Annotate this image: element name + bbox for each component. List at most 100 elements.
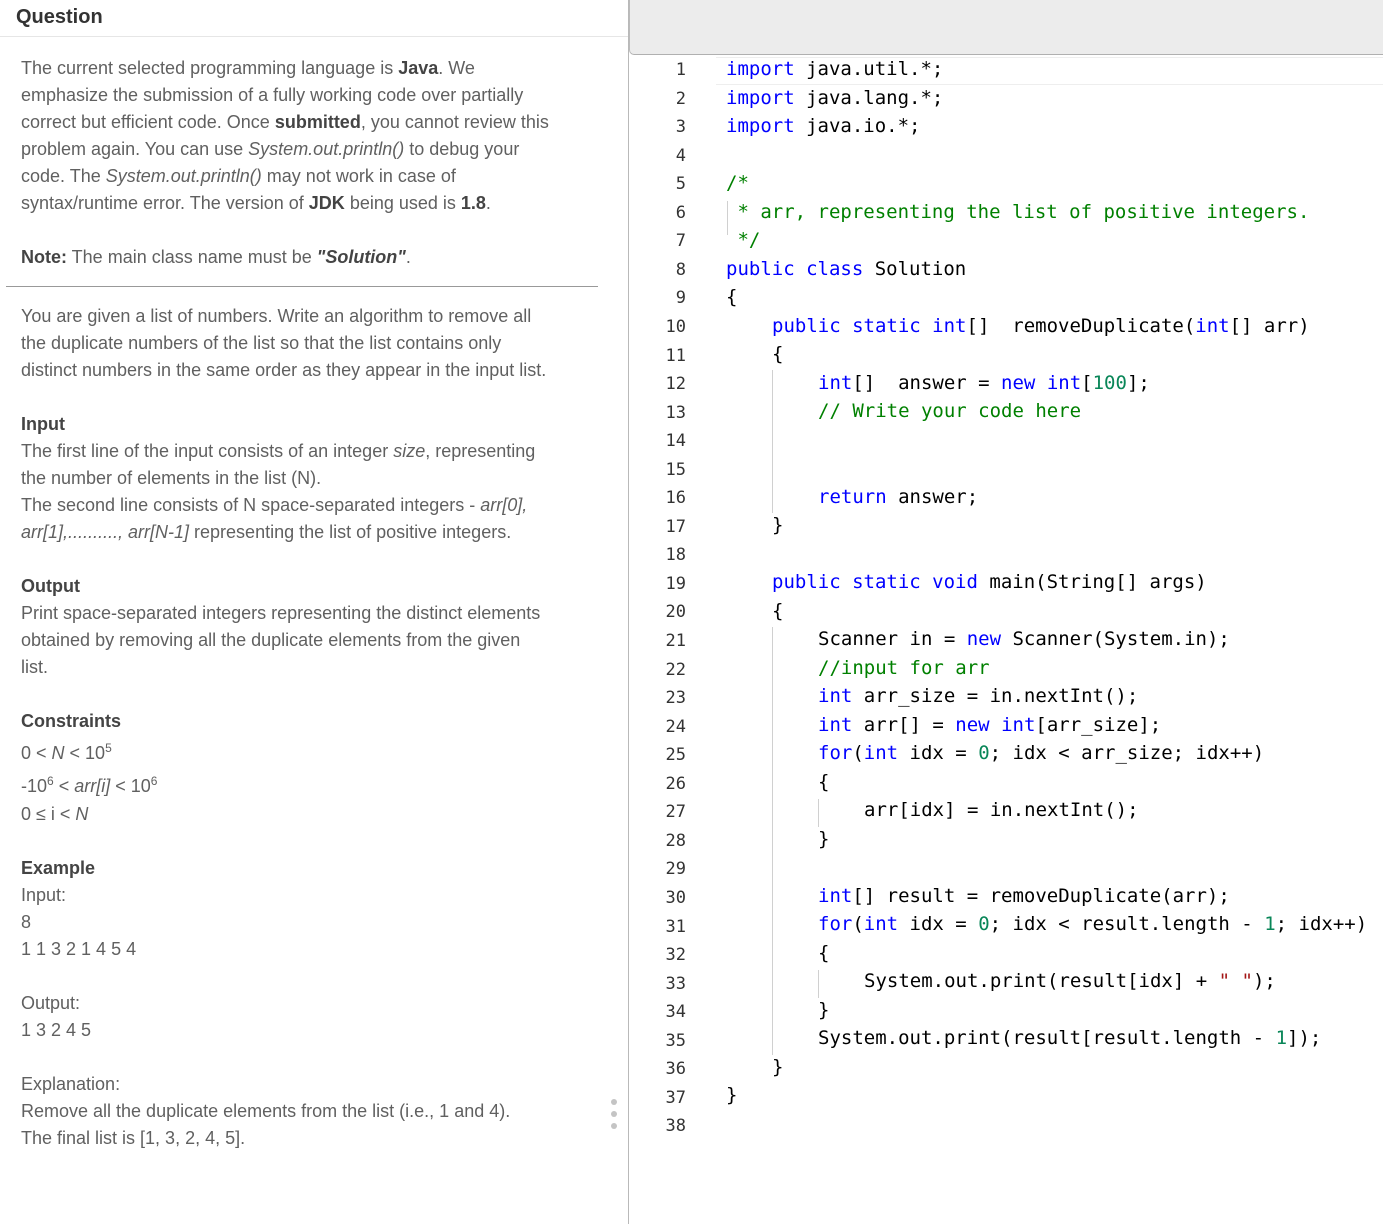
code-line-1[interactable]: import java.util.*; [726,58,943,80]
input-line-1: The first line of the input consists of … [21,441,536,461]
intro-line-2: emphasize the submission of a fully work… [21,85,524,105]
code-line-36[interactable]: } [772,1056,783,1078]
resize-handle[interactable] [611,1099,617,1135]
intro-line-3: correct but efficient code. Once submitt… [21,112,549,132]
line-number: 17 [665,516,686,537]
code-line-33[interactable]: System.out.print(result[idx] + " "); [864,970,1276,992]
line-number: 11 [665,345,686,366]
line-number: 28 [665,830,686,851]
example-output-label: Output: [21,993,81,1013]
code-line-3[interactable]: import java.io.*; [726,115,920,137]
example-heading: Example [21,858,96,878]
indent-guide [818,799,819,827]
section-divider [6,286,598,287]
output-line-3: list. [21,657,48,677]
question-heading: Question [16,6,103,28]
line-number: 14 [665,431,686,452]
line-number: 19 [665,573,686,594]
constraint-3: 0 ≤ i < N [21,804,89,824]
code-line-13[interactable]: // Write your code here [818,400,1081,422]
code-line-11[interactable]: { [772,343,783,365]
code-line-7[interactable]: */ [726,229,760,251]
line-number: 34 [665,1002,686,1023]
line-number: 18 [665,545,686,566]
constraint-2: -106 < arr[i] < 106 [21,774,158,796]
code-line-19[interactable]: public static void main(String[] args) [772,571,1207,593]
line-number: 8 [675,259,686,280]
code-line-20[interactable]: { [772,600,783,622]
line-number: 25 [665,745,686,766]
code-line-5[interactable]: /* [726,172,749,194]
note: Note: The main class name must be "Solut… [21,247,411,267]
line-number: 29 [665,859,686,880]
code-line-16[interactable]: return answer; [818,486,978,508]
code-line-9[interactable]: { [726,286,737,308]
line-number: 24 [665,716,686,737]
line-number: 6 [675,202,686,223]
code-line-37[interactable]: } [726,1084,737,1106]
intro-line-5: code. The System.out.println() may not w… [21,166,456,186]
line-number: 26 [665,773,686,794]
input-line-2: the number of elements in the list (N). [21,468,322,488]
line-number: 22 [665,659,686,680]
line-number: 30 [665,887,686,908]
example-input-size: 8 [21,912,32,932]
intro-line-6: syntax/runtime error. The version of JDK… [21,193,491,213]
line-number: 3 [675,117,686,138]
line-number: 37 [665,1087,686,1108]
input-line-4: arr[1],.........., arr[N-1] representing… [21,522,512,542]
example-input-label: Input: [21,885,67,905]
code-line-10[interactable]: public static int[] removeDuplicate(int[… [772,315,1310,337]
input-heading: Input [21,414,65,434]
indent-guide [818,970,819,998]
code-line-23[interactable]: int arr_size = in.nextInt(); [818,685,1138,707]
line-number: 20 [665,602,686,623]
line-number: 27 [665,802,686,823]
code-line-26[interactable]: { [818,771,829,793]
line-number: 16 [665,488,686,509]
line-number: 12 [665,374,686,395]
line-number: 13 [665,402,686,423]
line-number: 38 [665,1116,686,1137]
editor-toolbar [629,0,1383,55]
code-line-17[interactable]: } [772,514,783,536]
description-line-3: distinct numbers in the same order as th… [21,360,547,380]
code-line-28[interactable]: } [818,828,829,850]
line-number: 36 [665,1059,686,1080]
line-number: 33 [665,973,686,994]
code-line-27[interactable]: arr[idx] = in.nextInt(); [864,799,1139,821]
line-number: 7 [675,231,686,252]
line-number: 2 [675,88,686,109]
intro-line-4: problem again. You can use System.out.pr… [21,139,520,159]
line-number: 23 [665,688,686,709]
code-line-12[interactable]: int[] answer = new int[100]; [818,372,1150,394]
intro-line-1: The current selected programming languag… [21,58,475,78]
code-line-31[interactable]: for(int idx = 0; idx < result.length - 1… [818,913,1367,935]
line-number: 21 [665,631,686,651]
constraints-heading: Constraints [21,711,122,731]
output-line-2: obtained by removing all the duplicate e… [21,630,521,650]
description-line-2: the duplicate numbers of the list so tha… [21,333,502,353]
code-line-24[interactable]: int arr[] = new int[arr_size]; [818,714,1161,736]
code-line-30[interactable]: int[] result = removeDuplicate(arr); [818,885,1230,907]
output-line-1: Print space-separated integers represent… [21,603,541,623]
code-line-6[interactable]: * arr, representing the list of positive… [726,201,1309,223]
code-line-25[interactable]: for(int idx = 0; idx < arr_size; idx++) [818,742,1264,764]
code-line-34[interactable]: } [818,999,829,1021]
code-line-22[interactable]: //input for arr [818,657,990,679]
line-number: 32 [665,945,686,966]
code-line-35[interactable]: System.out.print(result[result.length - … [818,1027,1321,1049]
indent-guide [772,370,773,513]
code-line-8[interactable]: public class Solution [726,258,966,280]
question-header: Question [0,0,628,37]
input-line-3: The second line consists of N space-sepa… [21,495,528,515]
code-line-32[interactable]: { [818,942,829,964]
description-line-1: You are given a list of numbers. Write a… [21,306,532,326]
code-line-2[interactable]: import java.lang.*; [726,87,943,109]
explanation-label: Explanation: [21,1074,121,1094]
indent-guide [772,627,773,1055]
code-line-21[interactable]: Scanner in = new Scanner(System.in); [818,628,1230,650]
explanation-line-2: The final list is [1, 3, 2, 4, 5]. [21,1128,246,1148]
line-number: 1 [675,60,686,80]
question-panel: Question The current selected programmin… [0,0,628,1224]
